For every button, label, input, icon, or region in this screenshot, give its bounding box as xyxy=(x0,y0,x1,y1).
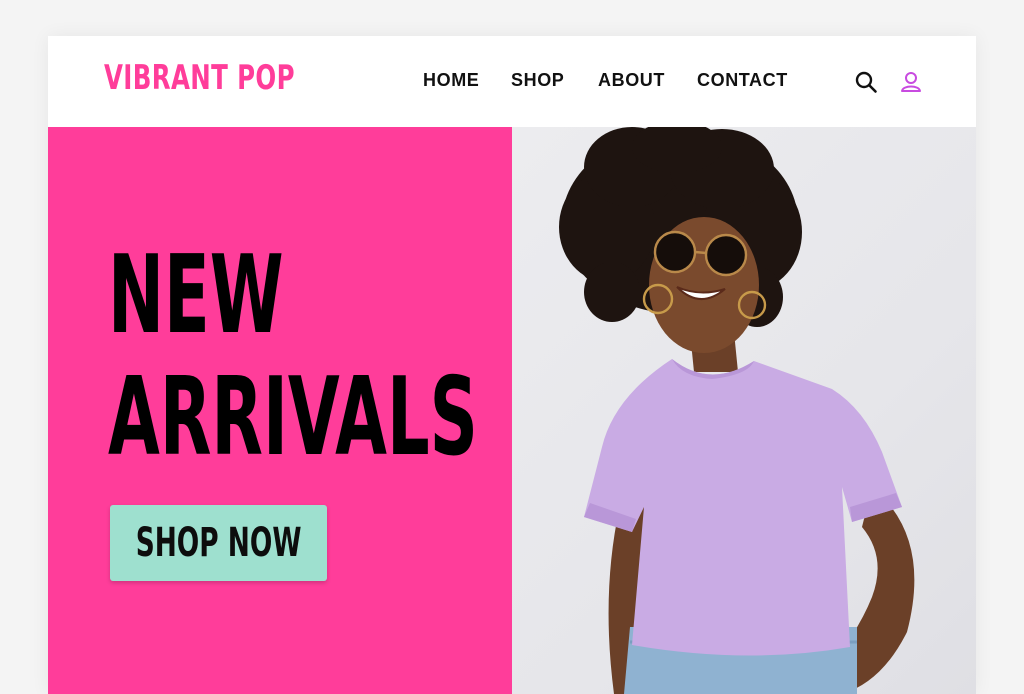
shop-now-label: SHOP NOW xyxy=(135,520,302,566)
nav-item-contact[interactable]: CONTACT xyxy=(697,70,788,91)
hero-title-line-2: ARRIVALS xyxy=(108,355,478,480)
page-frame: VIBRANT POP HOME SHOP ABOUT CONTACT NEW … xyxy=(48,36,976,694)
hero-title-line-1: NEW xyxy=(108,233,284,358)
hero-image xyxy=(512,127,976,694)
nav-item-shop[interactable]: SHOP xyxy=(511,70,564,91)
hero-title: NEW ARRIVALS xyxy=(108,235,478,479)
model-illustration xyxy=(559,127,915,694)
site-header: VIBRANT POP HOME SHOP ABOUT CONTACT xyxy=(48,36,976,127)
search-icon[interactable] xyxy=(854,70,878,94)
shop-now-button[interactable]: SHOP NOW xyxy=(110,505,327,581)
nav-item-about[interactable]: ABOUT xyxy=(598,70,665,91)
hero-banner: NEW ARRIVALS SHOP NOW xyxy=(48,127,976,694)
user-icon[interactable] xyxy=(899,70,923,94)
nav-item-home[interactable]: HOME xyxy=(423,70,479,91)
hero-promo-panel: NEW ARRIVALS SHOP NOW xyxy=(48,127,512,694)
main-nav: HOME SHOP ABOUT CONTACT xyxy=(48,70,976,94)
